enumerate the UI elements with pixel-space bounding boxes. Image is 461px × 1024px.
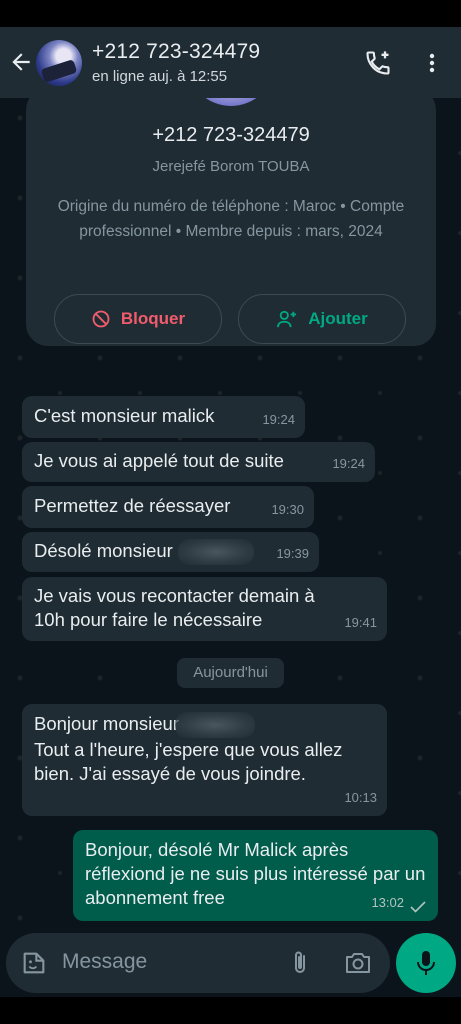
message-text: Désolé monsieur [34, 540, 173, 561]
message-placeholder: Message [62, 950, 148, 973]
day-separator: Aujourd'hui [177, 658, 284, 688]
message-text-line1: Bonjour monsieur [34, 713, 179, 734]
status-bar [0, 0, 461, 27]
message-time: 19:24 [332, 456, 365, 471]
redacted-name [177, 539, 254, 566]
message-bubble[interactable]: Je vais vous recontacter demain à 10h po… [22, 577, 387, 641]
message-time: 19:24 [262, 412, 295, 427]
message-time: 19:30 [271, 502, 304, 517]
block-button[interactable]: Bloquer [54, 294, 222, 344]
add-person-icon [277, 310, 297, 328]
chat-header: +212 723-324479 en ligne auj. à 12:55 [0, 27, 461, 98]
message-bubble[interactable]: Permettez de réessayer 19:30 [22, 486, 314, 528]
message-text: Permettez de réessayer [34, 495, 231, 516]
message-text: Je vais vous recontacter demain à 10h po… [34, 585, 315, 630]
camera-icon[interactable] [344, 950, 372, 976]
add-call-icon[interactable] [364, 49, 392, 77]
back-arrow-icon[interactable] [8, 49, 34, 75]
chat-area[interactable]: +212 723-324479 Jerejefé Borom TOUBA Ori… [0, 98, 461, 943]
read-tick-icon [410, 901, 426, 913]
message-input[interactable]: Message [6, 933, 390, 993]
card-business-name: Jerejefé Borom TOUBA [152, 158, 310, 175]
mic-button[interactable] [396, 933, 456, 993]
card-info-text: Origine du numéro de téléphone : Maroc •… [57, 198, 405, 240]
contact-title[interactable]: +212 723-324479 [92, 40, 260, 64]
system-nav-bar [0, 997, 461, 1024]
message-bubble[interactable]: Bonjour monsieur Tout a l'heure, j'esper… [22, 704, 387, 816]
card-avatar [187, 98, 275, 106]
message-text-line2: Tout a l'heure, j'espere que vous allez … [34, 739, 343, 785]
contact-status: en ligne auj. à 12:55 [92, 68, 228, 85]
redacted-name [175, 712, 255, 739]
sticker-icon[interactable] [20, 949, 48, 977]
add-label: Ajouter [308, 309, 368, 328]
block-label: Bloquer [120, 309, 186, 328]
message-bubble[interactable]: Je vous ai appelé tout de suite 19:24 [22, 442, 375, 482]
more-vert-icon[interactable] [420, 49, 444, 77]
message-text: Je vous ai appelé tout de suite [34, 450, 284, 471]
block-icon [92, 310, 110, 328]
message-time: 13:02 [371, 895, 404, 910]
attach-icon[interactable] [288, 949, 312, 977]
message-text: C'est monsieur malick [34, 405, 215, 426]
message-time: 19:41 [344, 615, 377, 630]
message-time: 19:39 [276, 546, 309, 561]
mic-icon [417, 951, 435, 975]
message-time: 10:13 [344, 790, 377, 805]
message-bubble[interactable]: Désolé monsieur 19:39 [22, 532, 319, 572]
message-bubble-outgoing[interactable]: Bonjour, désolé Mr Malick après réflexio… [73, 830, 438, 921]
message-bubble[interactable]: C'est monsieur malick 19:24 [22, 396, 305, 438]
contact-info-card: +212 723-324479 Jerejefé Borom TOUBA Ori… [26, 98, 436, 346]
card-phone: +212 723-324479 [152, 124, 310, 146]
add-contact-button[interactable]: Ajouter [238, 294, 406, 344]
avatar[interactable] [36, 40, 82, 86]
